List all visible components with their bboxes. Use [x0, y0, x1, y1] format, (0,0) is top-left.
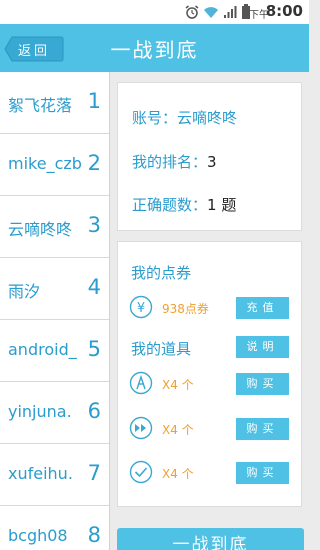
- recharge-button[interactable]: 充值: [236, 297, 289, 319]
- compass-icon: [129, 371, 153, 395]
- rank-number: 1: [87, 89, 101, 113]
- rank-name: 絮飞花落: [8, 96, 73, 115]
- my-rank-label: 我的排名：: [132, 153, 208, 171]
- list-item[interactable]: bcgh08 8: [0, 506, 109, 550]
- fast-forward-icon: [129, 416, 153, 440]
- page-title: 一战到底: [110, 38, 199, 62]
- buy-button[interactable]: 购买: [236, 373, 289, 395]
- list-item[interactable]: xufeihu. 7: [0, 444, 109, 506]
- buy-button[interactable]: 购买: [236, 462, 289, 484]
- correct-row: 正确题数：1 题: [132, 194, 236, 215]
- prop-quantity: X4 个: [162, 467, 194, 481]
- start-battle-button[interactable]: 一战到底: [117, 528, 304, 550]
- list-item[interactable]: 絮飞花落 1: [0, 72, 109, 134]
- my-rank-value: 3: [207, 153, 217, 171]
- rank-name: yinjuna.: [8, 402, 72, 421]
- rank-name: android_: [8, 340, 77, 359]
- alarm-icon: [185, 5, 199, 19]
- coupon-amount: 938点券: [162, 302, 209, 316]
- status-bar: 下午 8:00: [0, 0, 309, 24]
- account-row: 账号：云嘀咚咚: [132, 107, 237, 128]
- list-item[interactable]: android_ 5: [0, 320, 109, 382]
- explain-button[interactable]: 说明: [236, 336, 289, 358]
- ranking-list[interactable]: 絮飞花落 1 mike_czb 2 云嘀咚咚 3 雨汐 4 android_ 5…: [0, 72, 110, 550]
- rank-number: 7: [87, 461, 101, 485]
- checkmark-icon: [129, 460, 153, 484]
- rank-name: bcgh08: [8, 526, 68, 545]
- prop-quantity: X4 个: [162, 378, 194, 392]
- rank-number: 8: [87, 523, 101, 547]
- list-item[interactable]: 雨汐 4: [0, 258, 109, 320]
- rank-name: mike_czb: [8, 154, 82, 173]
- rank-number: 6: [87, 399, 101, 423]
- yen-icon: ¥: [129, 295, 153, 319]
- assets-card: 我的点券 ¥ 938点券 充值 我的道具 说明 X4 个 购买 X4 个 购买 …: [117, 241, 302, 507]
- correct-value: 1 题: [207, 196, 237, 214]
- buy-button[interactable]: 购买: [236, 418, 289, 440]
- list-item[interactable]: yinjuna. 6: [0, 382, 109, 444]
- rank-number: 3: [87, 213, 101, 237]
- list-item[interactable]: 云嘀咚咚 3: [0, 196, 109, 258]
- status-icons: [185, 4, 251, 20]
- rank-name: 雨汐: [8, 282, 41, 301]
- rank-name: xufeihu.: [8, 464, 73, 483]
- prop-quantity: X4 个: [162, 423, 194, 437]
- list-item[interactable]: mike_czb 2: [0, 134, 109, 196]
- rank-number: 4: [87, 275, 101, 299]
- wifi-icon: [204, 7, 218, 18]
- rank-number: 2: [87, 151, 101, 175]
- correct-label: 正确题数：: [132, 196, 208, 214]
- user-info-card: 账号：云嘀咚咚 我的排名：3 正确题数：1 题: [117, 82, 302, 231]
- signal-icon: [224, 6, 237, 18]
- rank-number: 5: [87, 337, 101, 361]
- props-title: 我的道具: [131, 340, 192, 358]
- account-label: 账号：: [132, 109, 178, 127]
- coupons-title: 我的点券: [131, 264, 192, 282]
- account-value: 云嘀咚咚: [177, 109, 238, 127]
- nav-bar: 返回 一战到底: [0, 24, 309, 72]
- rank-name: 云嘀咚咚: [8, 220, 73, 239]
- svg-text:¥: ¥: [137, 301, 145, 316]
- status-time: 8:00: [265, 2, 303, 20]
- rank-row: 我的排名：3: [132, 151, 217, 172]
